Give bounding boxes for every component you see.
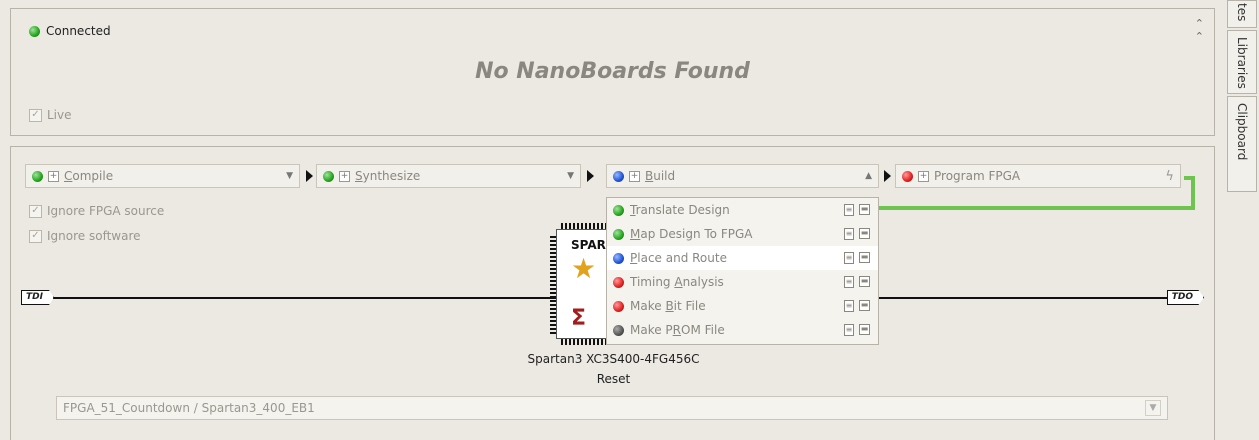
no-nanoboards-message: No NanoBoards Found xyxy=(475,59,750,84)
expand-icon[interactable]: + xyxy=(918,170,929,182)
menu-item-make-prom-file[interactable]: Make PROM File ≡ ▬ xyxy=(607,318,878,342)
tdi-label: TDI xyxy=(21,290,54,305)
live-checkbox-row[interactable]: ✓ Live xyxy=(29,108,72,122)
menu-item-make-bit-file[interactable]: Make Bit File ≡ ▬ xyxy=(607,294,878,318)
connection-status: Connected xyxy=(29,24,111,38)
menu-item-label: Timing Analysis xyxy=(630,275,724,289)
ignore-software-checkbox[interactable]: ✓ xyxy=(29,229,42,243)
ignore-fpga-source-label: Ignore FPGA source xyxy=(47,204,165,218)
lightning-icon[interactable]: ϟ xyxy=(1165,169,1174,184)
expand-icon[interactable]: + xyxy=(339,170,350,182)
status-icon xyxy=(613,228,624,240)
stage-compile[interactable]: + Compile ▼ xyxy=(25,164,300,188)
build-status-icon xyxy=(613,170,624,182)
status-icon xyxy=(613,324,624,336)
build-label: Build xyxy=(645,169,676,183)
menu-item-label: Map Design To FPGA xyxy=(630,227,753,241)
chevron-down-icon[interactable]: ▼ xyxy=(286,171,293,181)
synthesize-label: Synthesize xyxy=(355,169,421,183)
device-reset-label: Reset xyxy=(596,372,631,386)
chevron-up-icon[interactable]: ▲ xyxy=(865,171,872,181)
stage-build[interactable]: + Build ▲ xyxy=(606,164,879,188)
status-icon xyxy=(613,252,624,264)
options-icon[interactable]: ▬ xyxy=(859,300,870,311)
compile-status-icon xyxy=(32,170,43,182)
live-checkbox[interactable]: ✓ xyxy=(29,108,42,122)
ignore-software-label: Ignore software xyxy=(47,229,141,243)
options-icon[interactable]: ▬ xyxy=(859,204,870,215)
menu-item-translate-design[interactable]: Translate Design ≡ ▬ xyxy=(607,198,878,222)
ignore-fpga-source-row[interactable]: ✓ Ignore FPGA source xyxy=(29,204,164,218)
project-config-value: FPGA_51_Countdown / Spartan3_400_EB1 xyxy=(63,401,315,415)
menu-item-label: Place and Route xyxy=(630,251,727,265)
menu-item-label: Translate Design xyxy=(630,203,730,217)
chevron-down-icon[interactable]: ▼ xyxy=(567,171,574,181)
status-icon xyxy=(613,300,624,312)
program-fpga-status-icon xyxy=(902,170,913,182)
tdo-label: TDO xyxy=(1166,290,1204,305)
xilinx-logo-icon: Σ xyxy=(571,306,587,331)
side-tab-strip: tes Libraries Clipboard xyxy=(1227,0,1259,440)
ignore-fpga-source-checkbox[interactable]: ✓ xyxy=(29,204,42,218)
stage-synthesize[interactable]: + Synthesize ▼ xyxy=(316,164,581,188)
menu-item-label: Make PROM File xyxy=(630,323,725,337)
document-icon[interactable]: ≡ xyxy=(844,228,854,240)
project-config-select[interactable]: FPGA_51_Countdown / Spartan3_400_EB1 ▼ xyxy=(56,396,1168,420)
chip-brand: SPAR xyxy=(571,238,606,252)
device-process-panel: + Compile ▼ + Synthesize ▼ + Build ▲ + P… xyxy=(10,146,1215,440)
flow-arrow-icon xyxy=(884,170,891,182)
document-icon[interactable]: ≡ xyxy=(844,324,854,336)
document-icon[interactable]: ≡ xyxy=(844,204,854,216)
menu-item-place-and-route[interactable]: Place and Route ≡ ▬ xyxy=(607,246,878,270)
synthesize-status-icon xyxy=(323,170,334,182)
flow-arrow-icon xyxy=(587,170,594,182)
menu-item-timing-analysis[interactable]: Timing Analysis ≡ ▬ xyxy=(607,270,878,294)
document-icon[interactable]: ≡ xyxy=(844,276,854,288)
menu-item-label: Make Bit File xyxy=(630,299,706,313)
green-wire xyxy=(1191,176,1195,210)
collapse-panel-button[interactable]: ⌃ ⌃ xyxy=(1195,17,1204,43)
connection-status-label: Connected xyxy=(46,24,111,38)
expand-icon[interactable]: + xyxy=(629,170,640,182)
options-icon[interactable]: ▬ xyxy=(859,324,870,335)
options-icon[interactable]: ▬ xyxy=(859,276,870,287)
spartan-logo-icon: ★ xyxy=(571,252,597,285)
live-label: Live xyxy=(47,108,72,122)
tab-libraries[interactable]: Libraries xyxy=(1227,30,1257,94)
document-icon[interactable]: ≡ xyxy=(844,300,854,312)
document-icon[interactable]: ≡ xyxy=(844,252,854,264)
status-icon xyxy=(613,204,624,216)
ignore-software-row[interactable]: ✓ Ignore software xyxy=(29,229,141,243)
chip-pins xyxy=(550,234,556,334)
connected-status-icon xyxy=(29,25,40,37)
device-name: Spartan3 XC3S400-4FG456C xyxy=(527,352,700,366)
nanoboard-panel: Connected ⌃ ⌃ No NanoBoards Found ✓ Live xyxy=(10,8,1215,136)
options-icon[interactable]: ▬ xyxy=(859,228,870,239)
build-dropdown-menu: Translate Design ≡ ▬ Map Design To FPGA ≡… xyxy=(606,197,879,345)
program-fpga-label: Program FPGA xyxy=(934,169,1021,183)
tab-clipboard[interactable]: Clipboard xyxy=(1227,96,1257,192)
options-icon[interactable]: ▬ xyxy=(859,252,870,263)
status-icon xyxy=(613,276,624,288)
flow-arrow-icon xyxy=(306,170,313,182)
menu-item-map-design[interactable]: Map Design To FPGA ≡ ▬ xyxy=(607,222,878,246)
chevron-down-icon[interactable]: ▼ xyxy=(1145,400,1161,416)
stage-program-fpga[interactable]: + Program FPGA ϟ xyxy=(895,164,1181,188)
tab-favorites[interactable]: tes xyxy=(1227,0,1257,28)
expand-icon[interactable]: + xyxy=(48,170,59,182)
green-wire xyxy=(879,206,1194,210)
compile-label: Compile xyxy=(64,169,114,183)
